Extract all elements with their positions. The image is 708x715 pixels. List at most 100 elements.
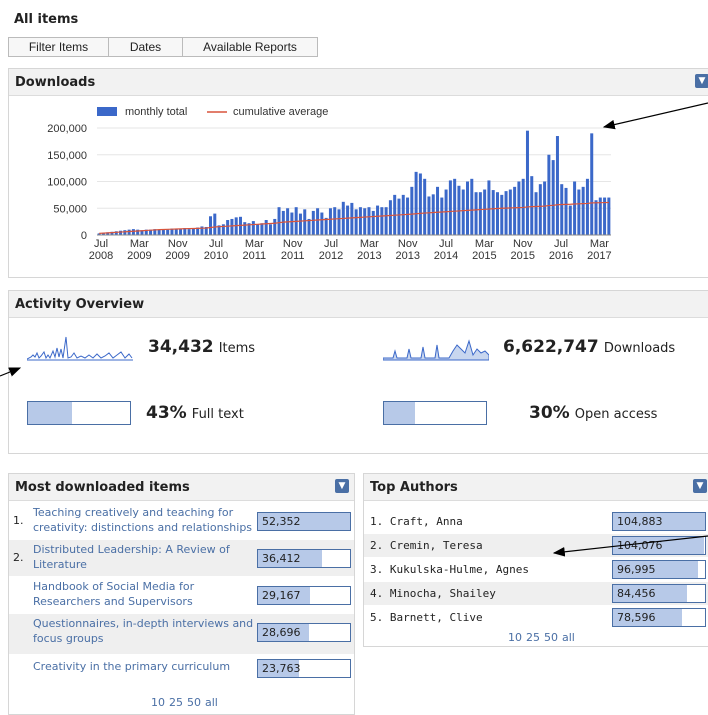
activity-panel: Activity Overview 34,432 Items 6,622,747… [8, 290, 708, 454]
bar-monthly-total [418, 173, 422, 235]
bar-monthly-total [448, 180, 452, 235]
y-tick-label: 100,000 [47, 177, 87, 189]
pager-all[interactable]: all [562, 631, 575, 644]
author-name[interactable]: 2. Cremin, Teresa [370, 539, 483, 552]
bar-monthly-total [525, 130, 529, 235]
bar-monthly-total [358, 207, 362, 235]
bar-monthly-total [127, 229, 131, 235]
bar-monthly-total [346, 205, 350, 235]
bar-monthly-total [461, 189, 465, 235]
author-name[interactable]: 3. Kukulska-Hulme, Agnes [370, 563, 529, 576]
x-tick-month: Mar [590, 238, 609, 250]
bar-monthly-total [311, 210, 315, 235]
bar-monthly-total [363, 208, 367, 235]
item-title-link[interactable]: Questionnaires, in-depth interviews and … [33, 616, 255, 646]
pager-25[interactable]: 25 [169, 696, 183, 709]
bar-monthly-total [191, 228, 195, 235]
items-stat: 34,432 Items [148, 337, 255, 357]
bar-monthly-total [500, 194, 504, 235]
bar-monthly-total [333, 207, 337, 235]
author-name[interactable]: 4. Minocha, Shailey [370, 587, 496, 600]
downloads-count: 6,622,747 [503, 337, 599, 357]
x-tick-year: 2008 [89, 250, 113, 262]
bar-monthly-total [251, 221, 255, 235]
collapse-icon[interactable]: ▼ [695, 74, 708, 88]
pager-50[interactable]: 50 [544, 631, 558, 644]
y-tick-label: 200,000 [47, 123, 87, 135]
author-count-bar: 104,076 [612, 536, 706, 555]
x-tick-month: Nov [283, 238, 303, 250]
x-tick-year: 2010 [204, 250, 228, 262]
author-name[interactable]: 5. Barnett, Clive [370, 611, 483, 624]
openaccess-progress [383, 401, 487, 425]
x-tick-month: Nov [513, 238, 533, 250]
tab-filter-items[interactable]: Filter Items [8, 37, 109, 57]
bar-monthly-total [534, 192, 538, 235]
x-tick-year: 2009 [165, 250, 189, 262]
pager-all[interactable]: all [205, 696, 218, 709]
item-title-link[interactable]: Distributed Leadership: A Review of Lite… [33, 542, 255, 572]
pager-50[interactable]: 50 [187, 696, 201, 709]
items-count: 34,432 [148, 337, 214, 357]
x-tick-month: Mar [475, 238, 494, 250]
bar-monthly-total [568, 205, 572, 235]
bar-monthly-total [436, 186, 440, 235]
bar-monthly-total [573, 181, 577, 235]
legend-bar-swatch [97, 107, 117, 116]
item-title-link[interactable]: Creativity in the primary curriculum [33, 659, 255, 674]
pager-10[interactable]: 10 [151, 696, 165, 709]
bar-monthly-total [551, 160, 555, 235]
bar-monthly-total [495, 192, 499, 235]
x-tick-year: 2011 [243, 250, 267, 262]
bar-monthly-total [131, 229, 135, 235]
top-authors-panel: Top Authors ▼ 1. Craft, Anna 104,883 2. Cr… [363, 473, 708, 647]
bar-monthly-total [555, 136, 559, 235]
author-row: 2. Cremin, Teresa 104,076 [364, 534, 708, 557]
download-count-bar: 29,167 [257, 586, 351, 605]
bar-monthly-total [453, 178, 457, 235]
bar-monthly-total [594, 200, 598, 235]
most-downloaded-title: Most downloaded items [15, 480, 190, 495]
bar-monthly-total [213, 213, 217, 235]
x-tick-year: 2013 [357, 250, 381, 262]
fulltext-progress [27, 401, 131, 425]
bar-monthly-total [513, 186, 517, 235]
activity-panel-header: Activity Overview [9, 291, 708, 318]
items-label: Items [218, 341, 256, 356]
bar-monthly-total [380, 207, 384, 235]
pager-10[interactable]: 10 [508, 631, 522, 644]
download-count: 23,763 [262, 662, 301, 675]
fulltext-label: Full text [191, 407, 244, 422]
bar-monthly-total [298, 213, 302, 235]
item-title-link[interactable]: Handbook of Social Media for Researchers… [33, 579, 255, 609]
collapse-icon[interactable]: ▼ [335, 479, 349, 493]
author-count: 78,596 [617, 611, 656, 624]
item-title-link[interactable]: Teaching creatively and teaching for cre… [33, 505, 255, 535]
x-tick-month: Jul [439, 238, 453, 250]
bar-monthly-total [474, 192, 478, 235]
downloads-panel-header: Downloads ▼ [9, 69, 708, 96]
tab-available-reports[interactable]: Available Reports [182, 37, 318, 57]
y-tick-label: 50,000 [53, 203, 87, 215]
list-item: Handbook of Social Media for Researchers… [9, 577, 354, 613]
bar-monthly-total [397, 198, 401, 235]
bar-monthly-total [491, 190, 495, 235]
download-count-bar: 28,696 [257, 623, 351, 642]
bar-monthly-total [406, 197, 410, 235]
bar-monthly-total [384, 207, 388, 235]
author-count: 96,995 [617, 563, 656, 576]
download-count-bar: 23,763 [257, 659, 351, 678]
bar-monthly-total [560, 184, 564, 235]
x-tick-month: Nov [398, 238, 418, 250]
author-count-bar: 78,596 [612, 608, 706, 627]
collapse-icon[interactable]: ▼ [693, 479, 707, 493]
list-item: Creativity in the primary curriculum 23,7… [9, 657, 354, 679]
tab-dates[interactable]: Dates [108, 37, 183, 57]
y-tick-label: 150,000 [47, 150, 87, 162]
author-name[interactable]: 1. Craft, Anna [370, 515, 463, 528]
bar-monthly-total [320, 212, 324, 235]
x-tick-year: 2016 [549, 250, 573, 262]
legend-bar-label: monthly total [125, 106, 187, 118]
bar-monthly-total [440, 197, 444, 235]
pager-25[interactable]: 25 [526, 631, 540, 644]
